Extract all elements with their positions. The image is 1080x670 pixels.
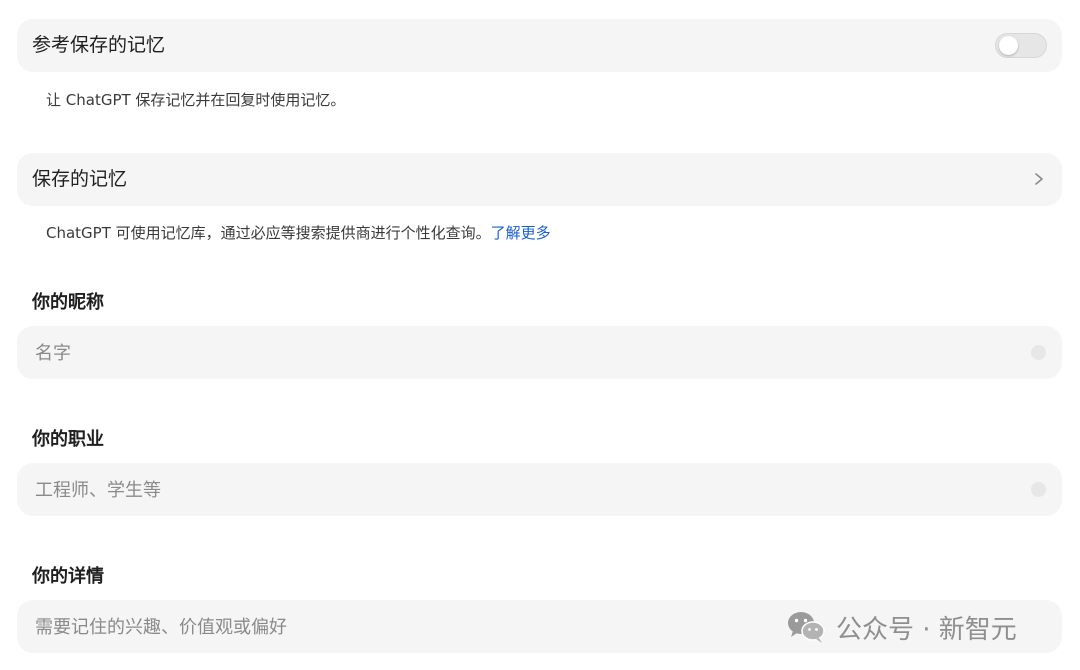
watermark: 公众号 · 新智元 bbox=[786, 606, 1017, 648]
chevron-right-icon bbox=[1035, 173, 1043, 185]
memory-toggle-switch[interactable] bbox=[995, 33, 1047, 58]
details-label: 你的详情 bbox=[32, 566, 104, 587]
memory-toggle-row[interactable]: 参考保存的记忆 bbox=[17, 19, 1062, 72]
toggle-knob bbox=[999, 36, 1018, 55]
nickname-label: 你的昵称 bbox=[32, 292, 104, 313]
saved-memories-row[interactable]: 保存的记忆 bbox=[17, 153, 1062, 206]
occupation-field[interactable] bbox=[17, 463, 1062, 518]
learn-more-link[interactable]: 了解更多 bbox=[491, 224, 551, 242]
occupation-label: 你的职业 bbox=[32, 429, 104, 450]
personalization-settings: 参考保存的记忆 让 ChatGPT 保存记忆并在回复时使用记忆。 保存的记忆 C… bbox=[0, 0, 1080, 670]
field-indicator-icon bbox=[1031, 345, 1046, 360]
watermark-text: 公众号 · 新智元 bbox=[836, 614, 1017, 645]
saved-memories-helper: ChatGPT 可使用记忆库，通过必应等搜索提供商进行个性化查询。了解更多 bbox=[46, 222, 551, 243]
saved-memories-title: 保存的记忆 bbox=[32, 168, 128, 190]
nickname-field[interactable] bbox=[17, 326, 1062, 381]
memory-toggle-title: 参考保存的记忆 bbox=[32, 34, 166, 56]
occupation-input[interactable] bbox=[33, 463, 997, 518]
field-indicator-icon bbox=[1031, 482, 1046, 497]
wechat-icon bbox=[788, 612, 825, 643]
memory-toggle-helper: 让 ChatGPT 保存记忆并在回复时使用记忆。 bbox=[46, 91, 346, 109]
saved-memories-helper-text: ChatGPT 可使用记忆库，通过必应等搜索提供商进行个性化查询。 bbox=[46, 224, 491, 242]
nickname-input[interactable] bbox=[33, 326, 997, 381]
